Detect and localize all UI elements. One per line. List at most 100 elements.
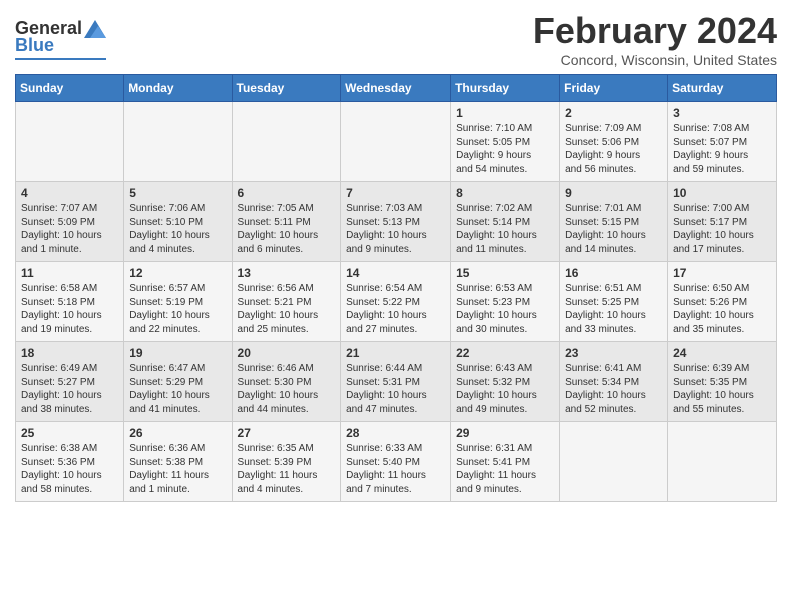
day-cell: 25Sunrise: 6:38 AM Sunset: 5:36 PM Dayli… (16, 422, 124, 502)
day-info: Sunrise: 6:31 AM Sunset: 5:41 PM Dayligh… (456, 442, 554, 496)
day-cell (16, 102, 124, 182)
day-number: 24 (673, 346, 771, 360)
day-info: Sunrise: 7:06 AM Sunset: 5:10 PM Dayligh… (129, 202, 226, 256)
week-row-5: 25Sunrise: 6:38 AM Sunset: 5:36 PM Dayli… (16, 422, 777, 502)
subtitle: Concord, Wisconsin, United States (533, 52, 777, 68)
day-number: 15 (456, 266, 554, 280)
day-info: Sunrise: 6:54 AM Sunset: 5:22 PM Dayligh… (346, 282, 445, 336)
week-row-1: 1 Sunrise: 7:10 AM Sunset: 5:05 PM Daylig… (16, 102, 777, 182)
day-info: Sunrise: 7:00 AM Sunset: 5:17 PM Dayligh… (673, 202, 771, 256)
day-header-wednesday: Wednesday (341, 75, 451, 102)
day-number: 22 (456, 346, 554, 360)
day-number: 7 (346, 186, 445, 200)
logo-icon (84, 20, 106, 38)
day-number: 1 (456, 106, 554, 120)
day-number: 19 (129, 346, 226, 360)
day-cell (668, 422, 777, 502)
day-number: 3 (673, 106, 771, 120)
day-header-saturday: Saturday (668, 75, 777, 102)
calendar-table: SundayMondayTuesdayWednesdayThursdayFrid… (15, 74, 777, 502)
day-info: Sunrise: 6:47 AM Sunset: 5:29 PM Dayligh… (129, 362, 226, 416)
day-number: 8 (456, 186, 554, 200)
day-cell: 12 Sunrise: 6:57 AM Sunset: 5:19 PM Dayli… (124, 262, 232, 342)
day-number: 16 (565, 266, 662, 280)
day-cell: 5Sunrise: 7:06 AM Sunset: 5:10 PM Daylig… (124, 182, 232, 262)
day-info: Sunrise: 7:10 AM Sunset: 5:05 PM Dayligh… (456, 122, 554, 176)
day-number: 23 (565, 346, 662, 360)
week-row-3: 11Sunrise: 6:58 AM Sunset: 5:18 PM Dayli… (16, 262, 777, 342)
day-cell: 17 Sunrise: 6:50 AM Sunset: 5:26 PM Dayli… (668, 262, 777, 342)
day-cell: 2Sunrise: 7:09 AM Sunset: 5:06 PM Daylig… (560, 102, 668, 182)
day-info: Sunrise: 6:46 AM Sunset: 5:30 PM Dayligh… (238, 362, 336, 416)
day-cell: 16 Sunrise: 6:51 AM Sunset: 5:25 PM Dayli… (560, 262, 668, 342)
day-info: Sunrise: 6:43 AM Sunset: 5:32 PM Dayligh… (456, 362, 554, 416)
title-area: February 2024 Concord, Wisconsin, United… (533, 10, 777, 68)
day-number: 25 (21, 426, 118, 440)
day-cell: 11Sunrise: 6:58 AM Sunset: 5:18 PM Dayli… (16, 262, 124, 342)
day-info: Sunrise: 6:53 AM Sunset: 5:23 PM Dayligh… (456, 282, 554, 336)
day-info: Sunrise: 7:03 AM Sunset: 5:13 PM Dayligh… (346, 202, 445, 256)
day-header-monday: Monday (124, 75, 232, 102)
day-number: 26 (129, 426, 226, 440)
day-number: 10 (673, 186, 771, 200)
day-header-thursday: Thursday (451, 75, 560, 102)
day-info: Sunrise: 6:49 AM Sunset: 5:27 PM Dayligh… (21, 362, 118, 416)
day-number: 6 (238, 186, 336, 200)
day-cell: 8 Sunrise: 7:02 AM Sunset: 5:14 PM Daylig… (451, 182, 560, 262)
day-cell: 23Sunrise: 6:41 AM Sunset: 5:34 PM Dayli… (560, 342, 668, 422)
day-cell: 3 Sunrise: 7:08 AM Sunset: 5:07 PM Daylig… (668, 102, 777, 182)
logo: General Blue (15, 18, 106, 60)
day-number: 27 (238, 426, 336, 440)
day-info: Sunrise: 6:35 AM Sunset: 5:39 PM Dayligh… (238, 442, 336, 496)
day-info: Sunrise: 7:08 AM Sunset: 5:07 PM Dayligh… (673, 122, 771, 176)
day-cell: 22 Sunrise: 6:43 AM Sunset: 5:32 PM Dayli… (451, 342, 560, 422)
day-info: Sunrise: 6:44 AM Sunset: 5:31 PM Dayligh… (346, 362, 445, 416)
day-cell: 20Sunrise: 6:46 AM Sunset: 5:30 PM Dayli… (232, 342, 341, 422)
day-info: Sunrise: 6:33 AM Sunset: 5:40 PM Dayligh… (346, 442, 445, 496)
day-number: 29 (456, 426, 554, 440)
day-info: Sunrise: 6:36 AM Sunset: 5:38 PM Dayligh… (129, 442, 226, 496)
day-cell: 19 Sunrise: 6:47 AM Sunset: 5:29 PM Dayli… (124, 342, 232, 422)
day-header-sunday: Sunday (16, 75, 124, 102)
day-info: Sunrise: 7:05 AM Sunset: 5:11 PM Dayligh… (238, 202, 336, 256)
day-info: Sunrise: 6:50 AM Sunset: 5:26 PM Dayligh… (673, 282, 771, 336)
day-info: Sunrise: 7:01 AM Sunset: 5:15 PM Dayligh… (565, 202, 662, 256)
day-header-tuesday: Tuesday (232, 75, 341, 102)
day-number: 18 (21, 346, 118, 360)
day-number: 12 (129, 266, 226, 280)
day-number: 11 (21, 266, 118, 280)
day-cell: 14 Sunrise: 6:54 AM Sunset: 5:22 PM Dayli… (341, 262, 451, 342)
day-info: Sunrise: 6:51 AM Sunset: 5:25 PM Dayligh… (565, 282, 662, 336)
main-title: February 2024 (533, 10, 777, 52)
day-cell (124, 102, 232, 182)
day-info: Sunrise: 6:56 AM Sunset: 5:21 PM Dayligh… (238, 282, 336, 336)
day-cell (232, 102, 341, 182)
day-cell: 28 Sunrise: 6:33 AM Sunset: 5:40 PM Dayli… (341, 422, 451, 502)
day-number: 13 (238, 266, 336, 280)
header-row: SundayMondayTuesdayWednesdayThursdayFrid… (16, 75, 777, 102)
day-header-friday: Friday (560, 75, 668, 102)
day-cell: 18 Sunrise: 6:49 AM Sunset: 5:27 PM Dayli… (16, 342, 124, 422)
day-cell: 24Sunrise: 6:39 AM Sunset: 5:35 PM Dayli… (668, 342, 777, 422)
day-number: 4 (21, 186, 118, 200)
day-number: 2 (565, 106, 662, 120)
header: General Blue February 2024 Concord, Wisc… (15, 10, 777, 68)
day-number: 17 (673, 266, 771, 280)
logo-blue-text: Blue (15, 35, 54, 56)
day-info: Sunrise: 7:02 AM Sunset: 5:14 PM Dayligh… (456, 202, 554, 256)
day-cell: 6 Sunrise: 7:05 AM Sunset: 5:11 PM Daylig… (232, 182, 341, 262)
day-cell: 10 Sunrise: 7:00 AM Sunset: 5:17 PM Dayli… (668, 182, 777, 262)
day-cell: 7 Sunrise: 7:03 AM Sunset: 5:13 PM Daylig… (341, 182, 451, 262)
day-cell: 21Sunrise: 6:44 AM Sunset: 5:31 PM Dayli… (341, 342, 451, 422)
day-cell: 15 Sunrise: 6:53 AM Sunset: 5:23 PM Dayli… (451, 262, 560, 342)
day-number: 14 (346, 266, 445, 280)
day-number: 28 (346, 426, 445, 440)
day-cell (560, 422, 668, 502)
logo-underline (15, 58, 106, 60)
day-cell: 13 Sunrise: 6:56 AM Sunset: 5:21 PM Dayli… (232, 262, 341, 342)
day-cell: 1 Sunrise: 7:10 AM Sunset: 5:05 PM Daylig… (451, 102, 560, 182)
day-info: Sunrise: 6:57 AM Sunset: 5:19 PM Dayligh… (129, 282, 226, 336)
day-info: Sunrise: 7:07 AM Sunset: 5:09 PM Dayligh… (21, 202, 118, 256)
day-cell (341, 102, 451, 182)
day-cell: 9Sunrise: 7:01 AM Sunset: 5:15 PM Daylig… (560, 182, 668, 262)
